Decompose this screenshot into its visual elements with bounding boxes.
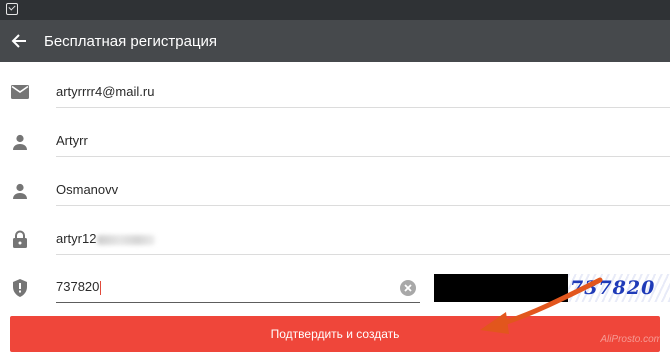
captcha-value: 737820 bbox=[56, 279, 100, 294]
envelope-icon bbox=[10, 82, 30, 102]
password-row: artyr12 bbox=[0, 207, 670, 255]
status-bar bbox=[0, 0, 670, 20]
last-name-field[interactable]: Osmanovv bbox=[56, 175, 670, 206]
person-icon bbox=[10, 132, 30, 152]
email-row: artyrrrr4@mail.ru bbox=[0, 62, 670, 110]
captcha-row: 737820 737820 bbox=[0, 256, 670, 304]
back-button[interactable] bbox=[0, 20, 40, 62]
clear-circle-icon bbox=[404, 284, 412, 292]
first-name-field[interactable]: Artyrr bbox=[56, 126, 670, 157]
captcha-text: 737820 bbox=[568, 274, 670, 302]
password-field[interactable]: artyr12 bbox=[56, 224, 670, 255]
arrow-left-icon bbox=[11, 34, 26, 48]
app-bar: Бесплатная регистрация bbox=[0, 20, 670, 62]
captcha-image: 737820 bbox=[434, 274, 670, 302]
watermark: AliProstо.com bbox=[600, 334, 662, 345]
captcha-input[interactable]: 737820 bbox=[56, 272, 420, 303]
shield-icon bbox=[10, 278, 30, 298]
clear-captcha-button[interactable] bbox=[400, 280, 416, 296]
first-name-row: Artyrr bbox=[0, 110, 670, 158]
confirm-create-button[interactable]: Подтвердить и создать bbox=[10, 316, 660, 352]
email-field[interactable]: artyrrrr4@mail.ru bbox=[56, 77, 670, 108]
last-name-row: Osmanovv bbox=[0, 159, 670, 207]
person-icon bbox=[10, 181, 30, 201]
lock-icon bbox=[10, 229, 30, 249]
text-cursor bbox=[100, 280, 102, 295]
notification-icon bbox=[6, 3, 18, 15]
password-blur-mask bbox=[97, 234, 156, 245]
page-title: Бесплатная регистрация bbox=[44, 32, 218, 50]
password-value: artyr12 bbox=[56, 231, 97, 246]
